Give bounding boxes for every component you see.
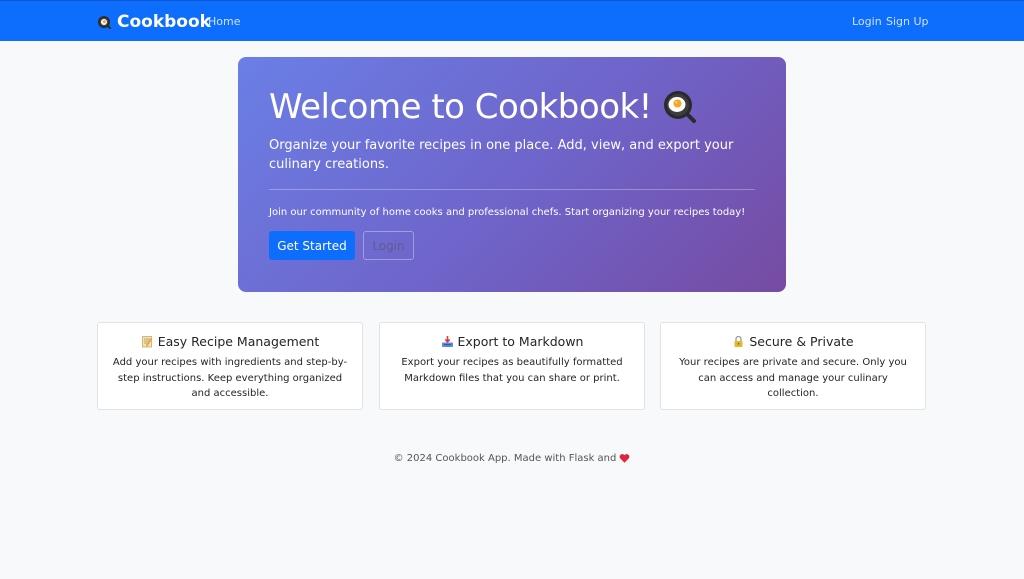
hero-title: Welcome to Cookbook! [269, 87, 698, 127]
navbar: Cookbook Home Login Sign Up [0, 0, 1024, 41]
hero-login-button[interactable]: Login [363, 231, 414, 260]
hero-jumbotron: Welcome to Cookbook! Organize your favor… [238, 57, 786, 292]
feature-card-text: Export your recipes as beautifully forma… [401, 357, 623, 384]
hero-title-text: Welcome to Cookbook! [269, 87, 652, 127]
lock-icon [732, 335, 745, 348]
feature-card-export-markdown: Export to Markdown Export your recipes a… [379, 322, 645, 410]
brand-name: Cookbook [117, 12, 211, 32]
feature-card-title: Export to Markdown [380, 334, 644, 349]
memo-icon [141, 335, 154, 348]
feature-card-title: Easy Recipe Management [98, 334, 362, 349]
nav-signup-link[interactable]: Sign Up [886, 15, 929, 28]
feature-card-title-text: Export to Markdown [457, 334, 584, 349]
feature-card-title: Secure & Private [661, 334, 925, 349]
red-heart-icon [619, 453, 630, 464]
feature-card-title-text: Easy Recipe Management [157, 334, 320, 349]
hero-lead: Organize your favorite recipes in one pl… [269, 138, 734, 172]
footer: © 2024 Cookbook App. Made with Flask and [0, 453, 1024, 464]
feature-card-title-text: Secure & Private [749, 334, 854, 349]
hero-divider [269, 189, 755, 190]
brand-link[interactable]: Cookbook [97, 11, 211, 33]
feature-card-text: Your recipes are private and secure. Onl… [679, 357, 907, 399]
feature-card-secure-private: Secure & Private Your recipes are privat… [660, 322, 926, 410]
feature-card-text: Add your recipes with ingredients and st… [112, 357, 348, 399]
nav-login-link[interactable]: Login [852, 15, 882, 28]
footer-text: © 2024 Cookbook App. Made with Flask and [393, 453, 617, 464]
frying-pan-egg-icon [662, 89, 698, 125]
nav-home-link[interactable]: Home [208, 15, 240, 28]
inbox-tray-icon [441, 335, 454, 348]
feature-card-recipe-management: Easy Recipe Management Add your recipes … [97, 322, 363, 410]
get-started-button[interactable]: Get Started [269, 231, 355, 260]
frying-pan-icon [97, 15, 112, 30]
hero-join-text: Join our community of home cooks and pro… [269, 207, 746, 218]
